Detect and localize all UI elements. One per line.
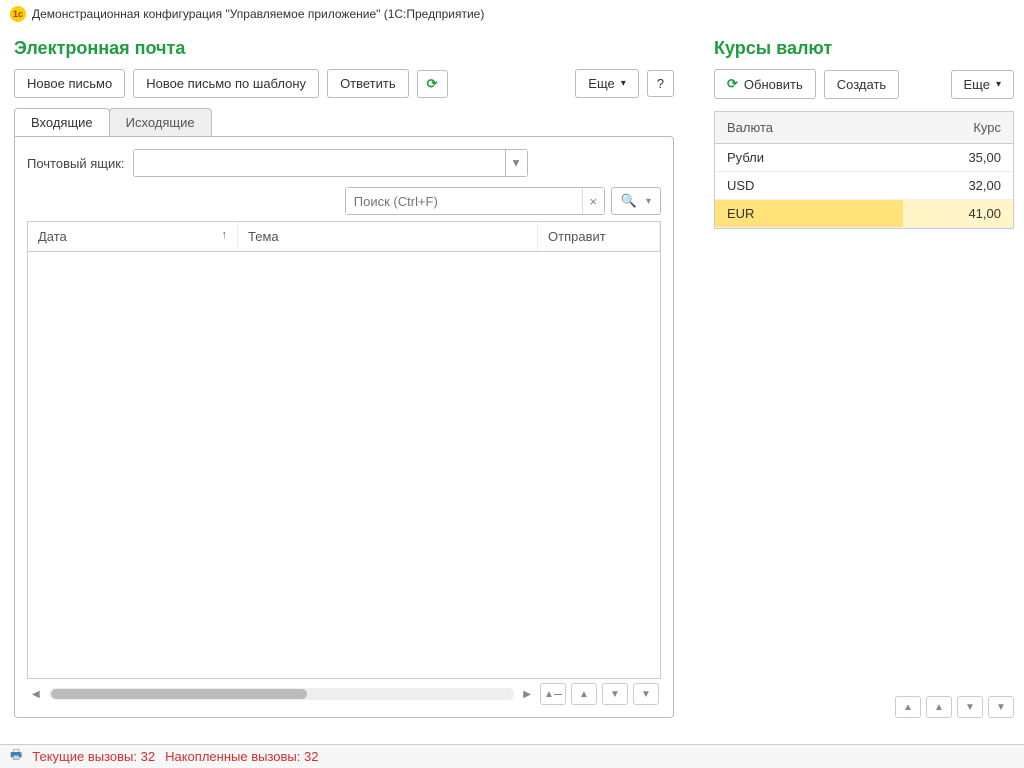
refresh-button[interactable]: ⟳: [417, 70, 448, 98]
nav-first-button[interactable]: ▲: [895, 696, 921, 718]
search-icon: 🔍: [621, 193, 637, 209]
currency-grid: Валюта Курс Рубли35,00USD32,00EUR41,00: [714, 111, 1014, 229]
nav-up-button[interactable]: ▲: [571, 683, 597, 705]
print-icon[interactable]: 🖶: [10, 746, 22, 768]
nav-down-button[interactable]: ▼: [957, 696, 983, 718]
cell-rate: 35,00: [903, 144, 1013, 171]
scroll-left-icon[interactable]: ◀: [29, 689, 43, 700]
nav-up-button[interactable]: ▲: [926, 696, 952, 718]
currency-section-title: Курсы валют: [714, 38, 1014, 59]
col-subject[interactable]: Тема: [238, 222, 538, 251]
email-grid-body: [28, 252, 660, 678]
col-sender[interactable]: Отправит: [538, 222, 660, 251]
more-button[interactable]: Еще▾: [575, 69, 638, 98]
nav-first-button[interactable]: ▲: [540, 683, 566, 705]
accumulated-calls: Накопленные вызовы: 32: [165, 749, 318, 764]
cell-currency: EUR: [715, 200, 903, 227]
currency-more-button[interactable]: Еще▾: [951, 70, 1014, 99]
tab-inbox[interactable]: Входящие: [14, 108, 110, 136]
chevron-down-icon: ▾: [621, 78, 626, 89]
mailbox-dropdown[interactable]: ▾: [133, 149, 528, 177]
cell-rate: 41,00: [903, 200, 1013, 227]
new-mail-button[interactable]: Новое письмо: [14, 69, 125, 98]
search-button[interactable]: 🔍▾: [611, 187, 661, 215]
mailbox-input[interactable]: [134, 150, 505, 176]
app-icon: 1c: [10, 6, 26, 22]
table-row[interactable]: Рубли35,00: [715, 144, 1013, 172]
chevron-down-icon: ▾: [996, 79, 1001, 90]
nav-down-button[interactable]: ▼: [602, 683, 628, 705]
mailbox-label: Почтовый ящик:: [27, 156, 125, 171]
cell-rate: 32,00: [903, 172, 1013, 199]
window-titlebar: 1c Демонстрационная конфигурация "Управл…: [0, 0, 1024, 28]
horizontal-scrollbar[interactable]: [49, 688, 515, 700]
clear-search-button[interactable]: ×: [582, 188, 604, 214]
tab-outbox[interactable]: Исходящие: [109, 108, 212, 136]
current-calls: Текущие вызовы: 32: [32, 749, 155, 764]
nav-last-button[interactable]: ▼: [633, 683, 659, 705]
table-row[interactable]: EUR41,00: [715, 200, 1013, 228]
nav-last-button[interactable]: ▼: [988, 696, 1014, 718]
currency-toolbar: ⟳Обновить Создать Еще▾: [714, 69, 1014, 99]
search-input[interactable]: [346, 188, 582, 214]
email-toolbar: Новое письмо Новое письмо по шаблону Отв…: [14, 69, 674, 98]
window-title: Демонстрационная конфигурация "Управляем…: [32, 7, 484, 21]
scroll-right-icon[interactable]: ▶: [520, 689, 534, 700]
email-section-title: Электронная почта: [14, 38, 674, 59]
status-bar: 🖶 Текущие вызовы: 32 Накопленные вызовы:…: [0, 744, 1024, 768]
col-date[interactable]: Дата↑: [28, 222, 238, 251]
table-row[interactable]: USD32,00: [715, 172, 1013, 200]
col-rate[interactable]: Курс: [903, 112, 1013, 143]
tab-body: Почтовый ящик: ▾ × 🔍▾ Дата↑ Тема Отправи…: [14, 136, 674, 718]
email-grid: Дата↑ Тема Отправит: [27, 221, 661, 679]
new-mail-template-button[interactable]: Новое письмо по шаблону: [133, 69, 319, 98]
mailbox-dropdown-button[interactable]: ▾: [505, 150, 527, 176]
col-currency[interactable]: Валюта: [715, 112, 903, 143]
currency-create-button[interactable]: Создать: [824, 70, 899, 99]
refresh-icon: ⟳: [427, 76, 438, 92]
help-button[interactable]: ?: [647, 70, 674, 97]
cell-currency: Рубли: [715, 144, 903, 171]
refresh-icon: ⟳: [727, 76, 738, 92]
chevron-down-icon: ▾: [646, 196, 651, 207]
email-tabs: Входящие Исходящие: [14, 108, 674, 136]
reply-button[interactable]: Ответить: [327, 69, 409, 98]
sort-asc-icon: ↑: [222, 229, 228, 244]
currency-refresh-button[interactable]: ⟳Обновить: [714, 69, 816, 99]
email-grid-header: Дата↑ Тема Отправит: [28, 222, 660, 252]
cell-currency: USD: [715, 172, 903, 199]
